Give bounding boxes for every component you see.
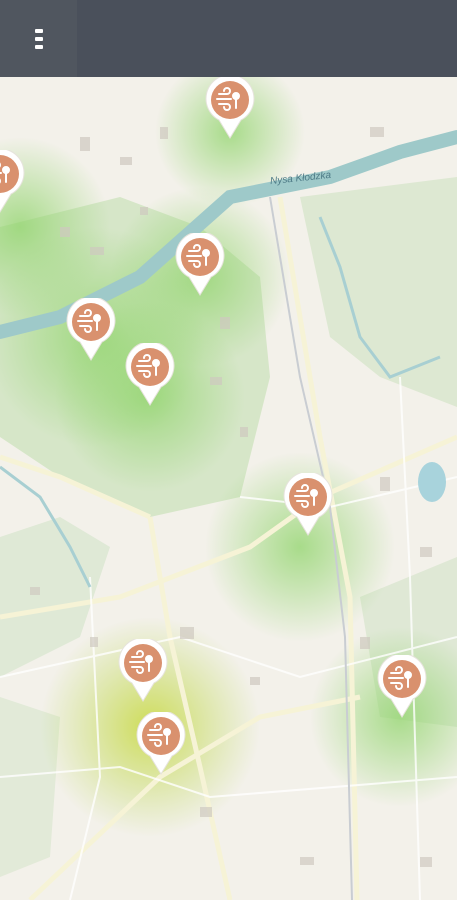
pollution-marker[interactable] — [66, 298, 116, 362]
map-base — [0, 77, 457, 900]
menu-button[interactable] — [0, 0, 77, 77]
pollution-marker[interactable] — [283, 473, 333, 537]
pollution-marker[interactable] — [205, 77, 255, 140]
map-view[interactable]: Nysa Kłodzka — [0, 77, 457, 900]
pollution-marker[interactable] — [0, 150, 25, 214]
hamburger-menu-icon — [34, 27, 43, 51]
pollution-marker[interactable] — [118, 639, 168, 703]
pollution-marker[interactable] — [175, 233, 225, 297]
pollution-marker[interactable] — [125, 343, 175, 407]
pollution-marker[interactable] — [377, 655, 427, 719]
pollution-marker[interactable] — [136, 712, 186, 776]
top-app-bar — [0, 0, 457, 77]
